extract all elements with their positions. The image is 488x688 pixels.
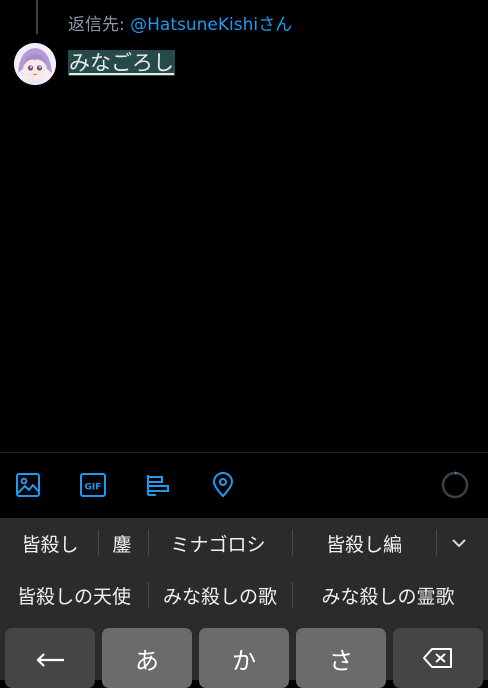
delete-key[interactable] [393, 628, 483, 688]
candidate-divider [148, 582, 149, 608]
candidate-item[interactable]: 皆殺しの天使 [4, 570, 144, 620]
candidate-divider [436, 530, 437, 556]
candidate-row-2: 皆殺しの天使 みな殺しの歌 みな殺しの霊歌 [0, 570, 488, 620]
candidate-row-1: 皆殺し 鏖 ミナゴロシ 皆殺し編 [0, 518, 488, 568]
ime-keyboard: 皆殺し 鏖 ミナゴロシ 皆殺し編 皆殺しの天使 みな殺しの歌 みな殺しの霊歌 あ… [0, 518, 488, 688]
candidate-divider [148, 530, 149, 556]
backspace-icon [423, 648, 452, 668]
kana-key-a[interactable]: あ [102, 628, 192, 688]
candidate-item[interactable]: 皆殺し編 [294, 518, 434, 568]
avatar-image [14, 43, 56, 85]
avatar[interactable] [14, 43, 56, 85]
undo-arrow-icon [36, 653, 64, 667]
reply-to-prefix: 返信先: [68, 15, 131, 35]
gif-label: GIF [85, 483, 102, 493]
gif-icon[interactable]: GIF [78, 470, 108, 500]
candidate-item[interactable]: みな殺しの歌 [150, 570, 290, 620]
compose-toolbar: GIF [0, 452, 488, 519]
candidate-item[interactable]: みな殺しの霊歌 [294, 570, 482, 620]
location-icon[interactable] [208, 470, 238, 500]
candidate-item[interactable]: ミナゴロシ [150, 518, 286, 568]
expand-candidates-chevron-icon[interactable] [444, 530, 474, 556]
candidate-divider [292, 530, 293, 556]
candidate-item[interactable]: 鏖 [100, 518, 144, 568]
image-icon[interactable] [13, 470, 43, 500]
candidate-item[interactable]: 皆殺し [8, 518, 92, 568]
compose-text-input[interactable]: みなごろし [68, 50, 175, 76]
reply-to-handle[interactable]: @HatsuneKishi [130, 15, 258, 35]
reply-to-suffix: さん [258, 15, 293, 35]
character-count-progress [441, 471, 469, 499]
reply-to-label[interactable]: 返信先: @HatsuneKishiさん [68, 10, 292, 35]
undo-key[interactable] [5, 628, 95, 688]
candidate-divider [98, 530, 99, 556]
thread-line [36, 0, 38, 34]
candidate-divider [292, 582, 293, 608]
poll-icon[interactable] [143, 470, 173, 500]
kana-key-sa[interactable]: さ [296, 628, 386, 688]
kana-key-ka[interactable]: か [199, 628, 289, 688]
